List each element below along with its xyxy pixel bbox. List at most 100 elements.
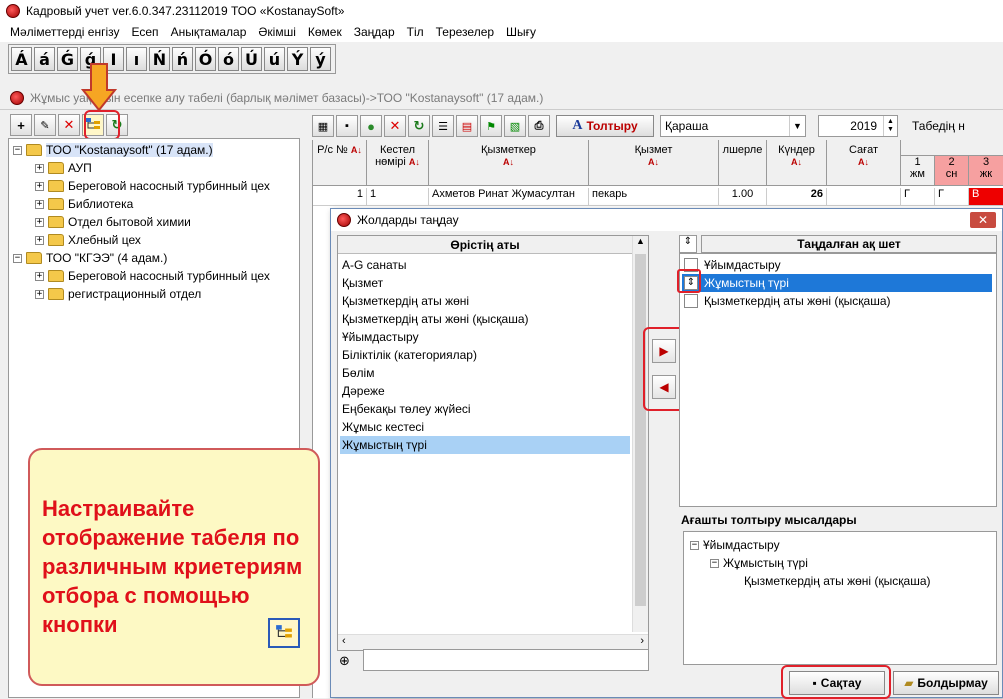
letter-button[interactable]: Ó [195,47,216,71]
letter-button[interactable]: ı [126,47,147,71]
letter-button[interactable]: ó [218,47,239,71]
export-icon[interactable]: ▧ [504,115,526,137]
letter-button[interactable]: Ǵ [57,47,78,71]
tools-icon[interactable]: ⚑ [480,115,502,137]
cell-day-3[interactable]: В [969,188,1003,206]
menu-windows[interactable]: Терезелер [430,25,500,39]
cell-tabel[interactable]: 1 [367,188,429,206]
scroll-up-icon[interactable]: ▲ [633,236,648,252]
scroll-thumb[interactable] [635,254,646,606]
tabel-number-label: Табедің н [912,119,965,133]
letter-button[interactable]: ń [172,47,193,71]
field-item[interactable]: Ұйымдастыру [340,328,419,346]
cancel-button[interactable]: ▰ Болдырмау [893,671,999,695]
tree-node[interactable]: + АУП [35,159,92,177]
tree-node[interactable]: + Отдел бытовой химии [35,213,191,231]
expand-icon[interactable]: + [35,199,44,209]
month-select[interactable]: Қараша ▼ [660,115,806,137]
refresh-icon[interactable]: ↻ [408,115,430,137]
cell-position[interactable]: пекарь [589,188,719,206]
collapse-icon[interactable]: − [13,145,22,155]
expand-icon[interactable]: + [35,163,44,173]
fill-button[interactable]: A Толтыру [556,115,654,137]
letter-button[interactable]: á [34,47,55,71]
save-icon[interactable]: ▪ [336,115,358,137]
field-item[interactable]: Еңбекақы төлеу жүйесі [340,400,471,418]
window-titlebar: Кадровый учет ver.6.0.347.23112019 ТОО «… [0,0,1003,22]
tree-node[interactable]: + Хлебный цех [35,231,141,249]
delete-icon[interactable]: ✕ [58,114,80,136]
cell-no[interactable]: 1 [313,188,367,206]
calendar-icon[interactable]: ▤ [456,115,478,137]
field-item[interactable]: Қызметкердің аты жөні [340,292,469,310]
menu-language[interactable]: Тіл [401,25,430,39]
header-no[interactable]: Р/с № A↓ [313,140,367,186]
expand-icon[interactable]: + [35,289,44,299]
field-item-selected[interactable]: Жұмыстың түрі [340,436,630,454]
folder-icon [48,162,64,174]
year-spinner[interactable]: 2019 ▲ ▼ [818,115,898,137]
expand-icon[interactable]: + [35,181,44,191]
tree-node[interactable]: + Береговой насосный турбинный цех [35,267,270,285]
letter-button[interactable]: Ú [241,47,262,71]
field-item[interactable]: Жұмыс кестесі [340,418,424,436]
letter-button[interactable]: Ń [149,47,170,71]
letter-button[interactable]: ý [310,47,331,71]
field-item[interactable]: Дәреже [340,382,385,400]
menu-admin[interactable]: Әкімші [252,25,302,39]
header-days[interactable]: Күндер A↓ [767,140,827,186]
drag-handle-icon[interactable] [684,294,698,308]
expand-icon[interactable]: + [35,235,44,245]
field-item[interactable]: Бөлім [340,364,374,382]
header-day-1: 1 жм [901,156,935,186]
scroll-right-icon[interactable]: › [640,635,644,650]
cell-day-1[interactable]: Г [901,188,935,206]
expand-icon[interactable]: + [35,217,44,227]
expand-icon[interactable]: + [35,271,44,281]
menu-exit[interactable]: Шығу [500,25,542,39]
field-item[interactable]: A-G санаты [340,256,407,274]
cell-employee[interactable]: Ахметов Ринат Жумасултан [429,188,589,206]
tree-node[interactable]: + Библиотека [35,195,133,213]
header-tabel[interactable]: Кестел нөмірі A↓ [367,140,429,186]
fields-hscrollbar[interactable]: ‹ › [338,634,648,650]
tree-node[interactable]: + Береговой насосный турбинный цех [35,177,270,195]
chosen-item-selected[interactable]: ⇕ Жұмыстың түрі [682,274,992,292]
menu-references[interactable]: Анықтамалар [165,25,253,39]
cell-days[interactable]: 26 [767,188,827,206]
tree-node[interactable]: − ТОО "Kostanaysoft" (17 адам.) [13,141,213,159]
header-rate[interactable]: лшерле [719,140,767,186]
collapse-icon[interactable]: − [13,253,22,263]
menu-report[interactable]: Есеп [126,25,165,39]
delete-row-icon[interactable]: ✕ [384,115,406,137]
cell-rate[interactable]: 1.00 [719,188,767,206]
tree-node[interactable]: − ТОО "КГЭЭ" (4 адам.) [13,249,167,267]
letter-button[interactable]: Ý [287,47,308,71]
field-item[interactable]: Қызметкердің аты жөні (қысқаша) [340,310,529,328]
cell-hours[interactable] [827,188,901,206]
field-item[interactable]: Қызмет [340,274,383,292]
sort-updown-icon[interactable]: ⇕ [679,235,697,253]
header-employee[interactable]: Қызметкер A↓ [429,140,589,186]
menu-help[interactable]: Көмек [302,25,348,39]
fields-scrollbar[interactable]: ▲ [632,236,648,632]
add-icon[interactable]: + [10,114,32,136]
edit-icon[interactable]: ✎ [34,114,56,136]
chosen-item[interactable]: Қызметкердің аты жөні (қысқаша) [682,292,891,310]
list-icon[interactable]: ☰ [432,115,454,137]
header-hours[interactable]: Сағат A↓ [827,140,901,186]
menu-laws[interactable]: Заңдар [348,25,401,39]
field-item[interactable]: Біліктілік (категориялар) [340,346,477,364]
print-icon[interactable]: ⎙ [528,115,550,137]
menu-data-entry[interactable]: Мәліметтерді енгізу [4,25,126,39]
close-icon[interactable]: ✕ [970,212,996,228]
scroll-left-icon[interactable]: ‹ [342,635,346,650]
grid-icon[interactable]: ▦ [312,115,334,137]
header-position[interactable]: Қызмет A↓ [589,140,719,186]
cell-day-2[interactable]: Г [935,188,969,206]
user-icon[interactable]: ● [360,115,382,137]
letter-button[interactable]: ú [264,47,285,71]
letter-button[interactable]: Á [11,47,32,71]
tree-node[interactable]: + регистрационный отдел [35,285,201,303]
search-input[interactable] [363,649,649,671]
